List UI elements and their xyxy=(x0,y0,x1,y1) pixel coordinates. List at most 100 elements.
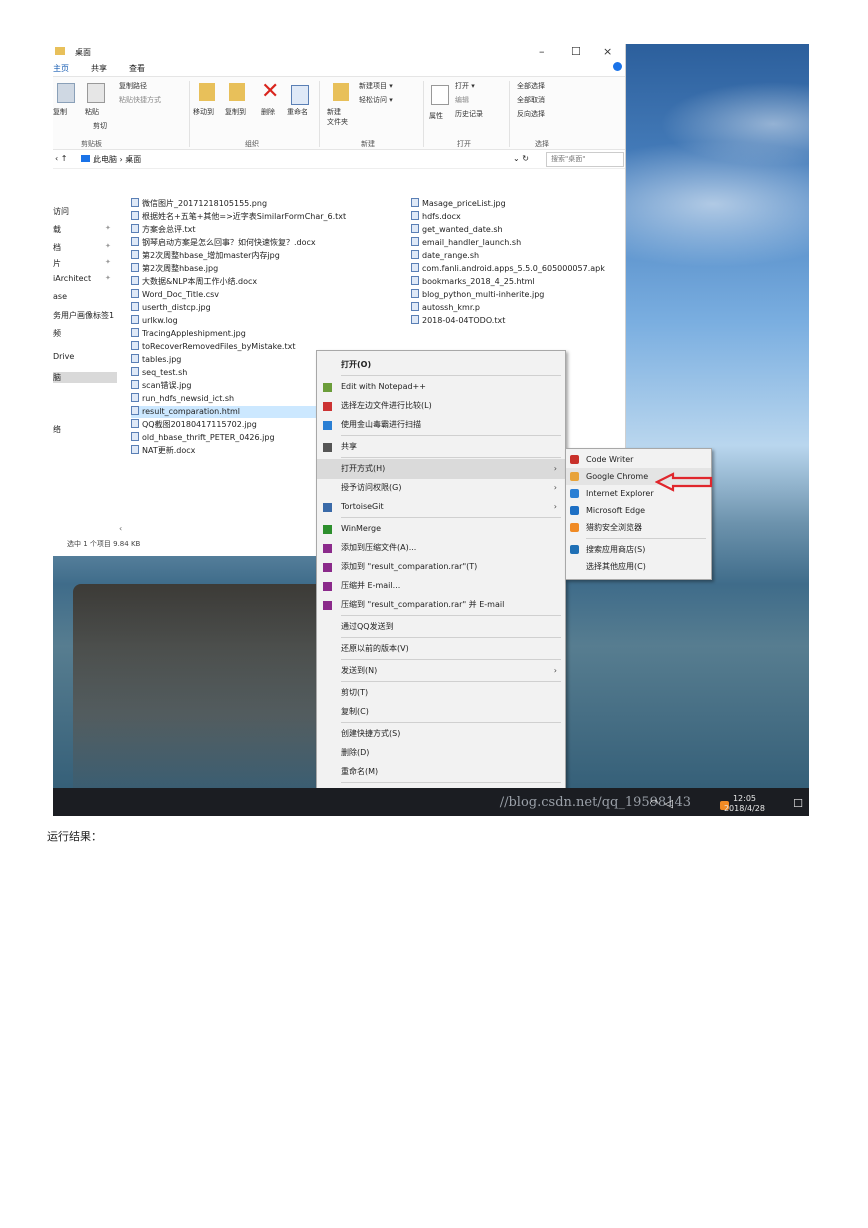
file-item[interactable]: urlkw.log xyxy=(131,315,178,327)
history-button[interactable]: 历史记录 xyxy=(455,109,483,119)
file-item[interactable]: 大数据&NLP本周工作小结.docx xyxy=(131,276,257,288)
nav-item[interactable]: ase xyxy=(53,292,67,301)
help-icon[interactable] xyxy=(613,62,622,71)
wifi-icon[interactable]: ◠ xyxy=(649,797,659,810)
file-item[interactable]: Masage_priceList.jpg xyxy=(411,198,506,210)
context-menu-item[interactable]: TortoiseGit › xyxy=(317,497,565,517)
context-menu-item[interactable]: 通过QQ发送到 xyxy=(317,617,565,637)
select-all-button[interactable]: 全部选择 xyxy=(517,81,545,91)
invert-selection-button[interactable]: 反向选择 xyxy=(517,109,545,119)
context-menu-item[interactable]: 还原以前的版本(V) xyxy=(317,639,565,659)
context-menu-item[interactable]: 剪切(T) xyxy=(317,683,565,703)
nav-item[interactable]: 访问 xyxy=(53,206,69,217)
file-item[interactable]: Word_Doc_Title.csv xyxy=(131,289,219,301)
file-item[interactable]: seq_test.sh xyxy=(131,367,187,379)
back-forward-icon[interactable]: ‹ ↑ xyxy=(55,154,67,163)
context-menu-item[interactable]: 添加到压缩文件(A)... xyxy=(317,538,565,558)
paste-button[interactable]: 粘贴 xyxy=(85,107,99,117)
file-item[interactable]: autossh_kmr.p xyxy=(411,302,480,314)
file-item[interactable]: userth_distcp.jpg xyxy=(131,302,211,314)
select-none-button[interactable]: 全部取消 xyxy=(517,95,545,105)
paste-icon[interactable] xyxy=(87,83,105,103)
pin-icon[interactable]: ✦ xyxy=(105,224,111,232)
nav-item[interactable]: 务用户画像标签1 xyxy=(53,310,114,321)
refresh-icon[interactable]: ⌄ ↻ xyxy=(513,154,529,163)
file-item[interactable]: QQ截图20180417115702.jpg xyxy=(131,419,257,431)
file-item[interactable]: date_range.sh xyxy=(411,250,479,262)
copy-icon[interactable] xyxy=(57,83,75,103)
file-item[interactable]: bookmarks_2018_4_25.html xyxy=(411,276,535,288)
file-item[interactable]: hdfs.docx xyxy=(411,211,461,223)
file-item[interactable]: 第2次周整hbase_增加master内存jpg xyxy=(131,250,280,262)
file-item[interactable]: toRecoverRemovedFiles_byMistake.txt xyxy=(131,341,295,353)
open-with-item[interactable]: 选择其他应用(C) xyxy=(566,558,711,575)
rename-icon[interactable] xyxy=(291,85,309,105)
file-item[interactable]: result_comparation.html xyxy=(131,406,317,418)
pin-icon[interactable]: ✦ xyxy=(105,242,111,250)
properties-button[interactable]: 属性 xyxy=(429,111,443,121)
copy-path-button[interactable]: 复制路径 xyxy=(119,81,147,91)
open-with-item[interactable]: Microsoft Edge xyxy=(566,502,711,519)
file-item[interactable]: 微信图片_20171218105155.png xyxy=(131,198,267,210)
context-menu-item[interactable]: 重命名(M) xyxy=(317,762,565,782)
copy-to-button[interactable]: 复制到 xyxy=(225,107,246,117)
move-to-icon[interactable] xyxy=(199,83,215,101)
nav-item[interactable]: 载 xyxy=(53,224,61,235)
file-item[interactable]: run_hdfs_newsid_ict.sh xyxy=(131,393,234,405)
context-menu-item[interactable]: WinMerge xyxy=(317,519,565,539)
pin-icon[interactable]: ✦ xyxy=(105,258,111,266)
file-item[interactable]: blog_python_multi-inherite.jpg xyxy=(411,289,544,301)
file-item[interactable]: 根据姓名+五笔+其他=>近字表SimilarFormChar_6.txt xyxy=(131,211,346,223)
file-item[interactable]: tables.jpg xyxy=(131,354,181,366)
context-menu-item[interactable]: 复制(C) xyxy=(317,702,565,722)
open-with-item[interactable]: Code Writer xyxy=(566,451,711,468)
file-item[interactable]: TracingAppleshipment.jpg xyxy=(131,328,246,340)
nav-item[interactable]: 档 xyxy=(53,242,61,253)
volume-icon[interactable]: ◁ xyxy=(665,797,673,810)
file-item[interactable]: 2018-04-04TODO.txt xyxy=(411,315,505,327)
cut-button[interactable]: 剪切 xyxy=(93,121,107,131)
delete-icon[interactable]: ✕ xyxy=(261,79,279,104)
context-menu-item[interactable]: 共享 xyxy=(317,437,565,457)
file-item[interactable]: email_handler_launch.sh xyxy=(411,237,521,249)
breadcrumb[interactable]: 此电脑 › 桌面 xyxy=(93,154,141,165)
search-input[interactable]: 搜索"桌面" xyxy=(546,152,624,167)
context-menu-item[interactable]: 创建快捷方式(S) xyxy=(317,724,565,744)
file-item[interactable]: com.fanli.android.apps_5.5.0_605000057.a… xyxy=(411,263,605,275)
open-button[interactable]: 打开 ▾ xyxy=(455,81,475,91)
scroll-left-icon[interactable]: ‹ xyxy=(119,524,122,533)
file-item[interactable]: get_wanted_date.sh xyxy=(411,224,503,236)
context-menu-item[interactable]: 打开方式(H) › xyxy=(317,459,565,479)
close-button[interactable]: × xyxy=(603,45,612,58)
pin-icon[interactable]: ✦ xyxy=(105,274,111,282)
nav-item[interactable]: 络 xyxy=(53,424,61,435)
context-menu-item[interactable]: 打开(O) xyxy=(317,355,565,375)
nav-item[interactable]: 片 xyxy=(53,258,61,269)
file-item[interactable]: NAT更新.docx xyxy=(131,445,195,457)
minimize-button[interactable]: – xyxy=(539,45,545,58)
open-with-item[interactable]: 猎豹安全浏览器 xyxy=(566,519,711,536)
context-menu-item[interactable]: 使用金山毒霸进行扫描 xyxy=(317,415,565,435)
nav-item[interactable]: 脑 xyxy=(53,372,117,383)
new-folder-icon[interactable] xyxy=(333,83,349,101)
easy-access-button[interactable]: 轻松访问 ▾ xyxy=(359,95,393,105)
context-menu-item[interactable]: 添加到 "result_comparation.rar"(T) xyxy=(317,557,565,577)
nav-item[interactable]: 频 xyxy=(53,328,61,339)
clock[interactable]: 12:05 2018/4/28 xyxy=(724,794,765,814)
tab-share[interactable]: 共享 xyxy=(91,63,107,74)
edit-button[interactable]: 编辑 xyxy=(455,95,469,105)
nav-item[interactable]: Drive xyxy=(53,352,74,361)
nav-item[interactable]: iArchitect xyxy=(53,274,91,283)
notification-icon[interactable]: ☐ xyxy=(793,797,803,810)
open-with-item[interactable]: 搜索应用商店(S) xyxy=(566,541,711,558)
file-item[interactable]: 方案会总评.txt xyxy=(131,224,196,236)
file-item[interactable]: 钢琴启动方案是怎么回事？如何快速恢复？.docx xyxy=(131,237,316,249)
new-folder-button[interactable]: 新建 文件夹 xyxy=(327,107,348,127)
tab-view[interactable]: 查看 xyxy=(129,63,145,74)
move-to-button[interactable]: 移动到 xyxy=(193,107,214,117)
context-menu-item[interactable]: 删除(D) xyxy=(317,743,565,763)
context-menu-item[interactable]: Edit with Notepad++ xyxy=(317,377,565,397)
delete-button[interactable]: 删除 xyxy=(261,107,275,117)
file-item[interactable]: old_hbase_thrift_PETER_0426.jpg xyxy=(131,432,275,444)
context-menu-item[interactable]: 压缩并 E-mail... xyxy=(317,576,565,596)
